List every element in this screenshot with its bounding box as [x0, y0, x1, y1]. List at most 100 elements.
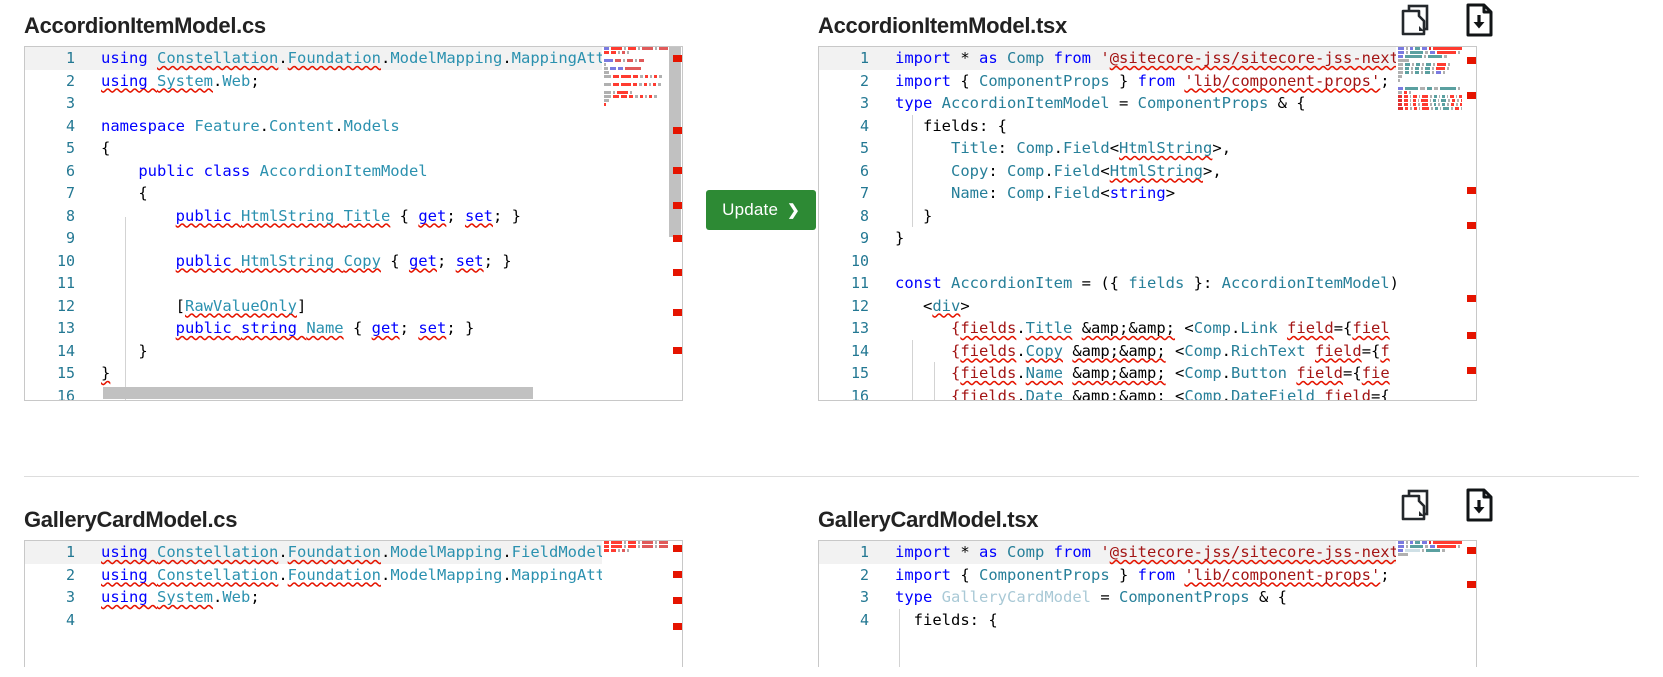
code-token: . — [381, 49, 391, 68]
code-token: from — [1053, 49, 1101, 68]
code-lines[interactable]: 1 using Constellation.Foundation.ModelMap… — [25, 47, 602, 400]
minimap-segment — [1398, 91, 1402, 95]
update-button-label: Update — [722, 200, 779, 219]
line-number: 4 — [65, 610, 75, 629]
code-token: Button — [1231, 364, 1288, 383]
comparison-row-1: AccordionItemModel.cs 1 using Constellati… — [0, 13, 1663, 402]
minimap-segment — [1443, 71, 1445, 75]
line-content: import { ComponentProps } from 'lib/comp… — [881, 70, 1390, 93]
code-token: ComponentProps — [979, 565, 1110, 584]
minimap-segment — [1405, 55, 1422, 59]
line-content: using Constellation.Foundation.ModelMapp… — [87, 47, 602, 70]
line-number: 16 — [850, 386, 869, 401]
minimap-segment — [1424, 55, 1426, 59]
line-content: {fields.Name &amp;&amp; <Comp.Button fie… — [881, 362, 1390, 385]
line-content: fields: { — [881, 609, 998, 632]
minimap-segment — [610, 541, 623, 545]
minimap[interactable] — [1396, 541, 1462, 668]
vertical-scrollbar[interactable] — [1462, 541, 1476, 667]
code-line: 7 { — [25, 182, 602, 205]
vertical-scrollbar[interactable] — [1462, 47, 1476, 400]
panel-accordion-tsx: AccordionItemModel.tsx 1 import * as Comp… — [818, 13, 1477, 402]
minimap-segment — [1430, 95, 1432, 99]
minimap-segment — [604, 71, 609, 75]
vertical-scrollbar[interactable] — [668, 47, 682, 400]
code-token: } — [1109, 565, 1138, 584]
minimap[interactable] — [602, 47, 668, 401]
minimap-segment — [1422, 47, 1427, 51]
code-editor-accordion-tsx[interactable]: 1 import * as Comp from '@sitecore-jss/si… — [818, 46, 1477, 402]
vertical-scrollbar[interactable] — [668, 541, 682, 667]
code-token: ComponentProps — [1137, 94, 1278, 113]
code-token: Constellation — [157, 543, 279, 562]
minimap-segment — [1422, 63, 1424, 67]
code-token: ; } — [446, 319, 475, 338]
minimap-segment — [1410, 107, 1412, 111]
code-editor-accordion-cs[interactable]: 1 using Constellation.Foundation.ModelMap… — [24, 46, 683, 402]
code-line: 9 — [25, 227, 602, 250]
code-editor-gallery-cs[interactable]: 1 using Constellation.Foundation.ModelMap… — [24, 540, 683, 668]
code-lines[interactable]: 1 import * as Comp from '@sitecore-jss/si… — [819, 47, 1396, 400]
line-content: Name: Comp.Field<string> — [881, 182, 1175, 205]
minimap-segment — [1437, 545, 1456, 549]
line-content: using Constellation.Foundation.ModelMapp… — [87, 541, 602, 564]
code-line: 3 using System.Web; — [25, 586, 602, 609]
line-number: 9 — [859, 229, 869, 248]
code-line: 2 import { ComponentProps } from 'lib/com… — [819, 564, 1396, 587]
code-token: import — [895, 49, 961, 68]
code-token: ComponentProps — [1118, 588, 1259, 607]
code-token: < — [895, 296, 933, 315]
code-token: Comp — [1007, 543, 1054, 562]
minimap-segment — [1433, 103, 1437, 107]
minimap-segment — [1437, 63, 1446, 67]
minimap-segment — [1398, 99, 1403, 103]
code-token: ; — [250, 588, 260, 607]
minimap-segment — [1398, 59, 1409, 63]
code-token: fields — [960, 364, 1017, 383]
code-token: AccordionItemModel — [941, 94, 1119, 113]
code-token: RichText — [1231, 341, 1306, 360]
code-token: . — [1231, 319, 1241, 338]
code-lines[interactable]: 1 import * as Comp from '@sitecore-jss/si… — [819, 541, 1396, 667]
code-token: >, — [1203, 161, 1222, 180]
code-token: set — [455, 251, 484, 270]
line-number: 2 — [65, 71, 75, 90]
line-number: 1 — [65, 543, 75, 562]
minimap-segment — [1398, 67, 1403, 71]
minimap[interactable] — [602, 541, 668, 668]
code-token: { — [960, 565, 979, 584]
code-token: } — [1109, 71, 1138, 90]
code-lines[interactable]: 1 using Constellation.Foundation.ModelMap… — [25, 541, 602, 667]
horizontal-scrollbar[interactable] — [25, 386, 668, 400]
code-token: ' — [1100, 49, 1110, 68]
code-line: 11 — [25, 272, 602, 295]
code-token: RawValueOnly — [185, 296, 297, 315]
minimap-segment — [1415, 71, 1419, 75]
code-token: set — [464, 206, 493, 225]
code-token: import — [895, 543, 961, 562]
minimap-segment — [1430, 545, 1435, 549]
minimap-segment — [1441, 103, 1446, 107]
panel-accordion-cs: AccordionItemModel.cs 1 using Constellati… — [24, 13, 683, 402]
minimap[interactable] — [1396, 47, 1462, 401]
line-number: 3 — [65, 94, 75, 113]
minimap-segment — [1442, 95, 1445, 99]
minimap-segment — [604, 541, 609, 545]
code-token: HtmlString — [240, 206, 344, 225]
code-token: fields — [960, 319, 1017, 338]
code-token: div — [932, 296, 961, 315]
minimap-segment — [1420, 87, 1425, 91]
minimap-segment — [1426, 63, 1431, 67]
code-line: 1 import * as Comp from '@sitecore-jss/si… — [819, 47, 1396, 70]
code-token: : — [997, 139, 1017, 158]
minimap-segment — [1444, 55, 1447, 59]
code-token: }: — [1184, 274, 1222, 293]
line-content: public string Name { get; set; } — [87, 317, 475, 340]
code-editor-gallery-tsx[interactable]: 1 import * as Comp from '@sitecore-jss/si… — [818, 540, 1477, 668]
line-content: namespace Feature.Content.Models — [87, 115, 400, 138]
update-button[interactable]: Update ❯ — [706, 190, 816, 230]
code-token: Field — [1053, 184, 1101, 203]
